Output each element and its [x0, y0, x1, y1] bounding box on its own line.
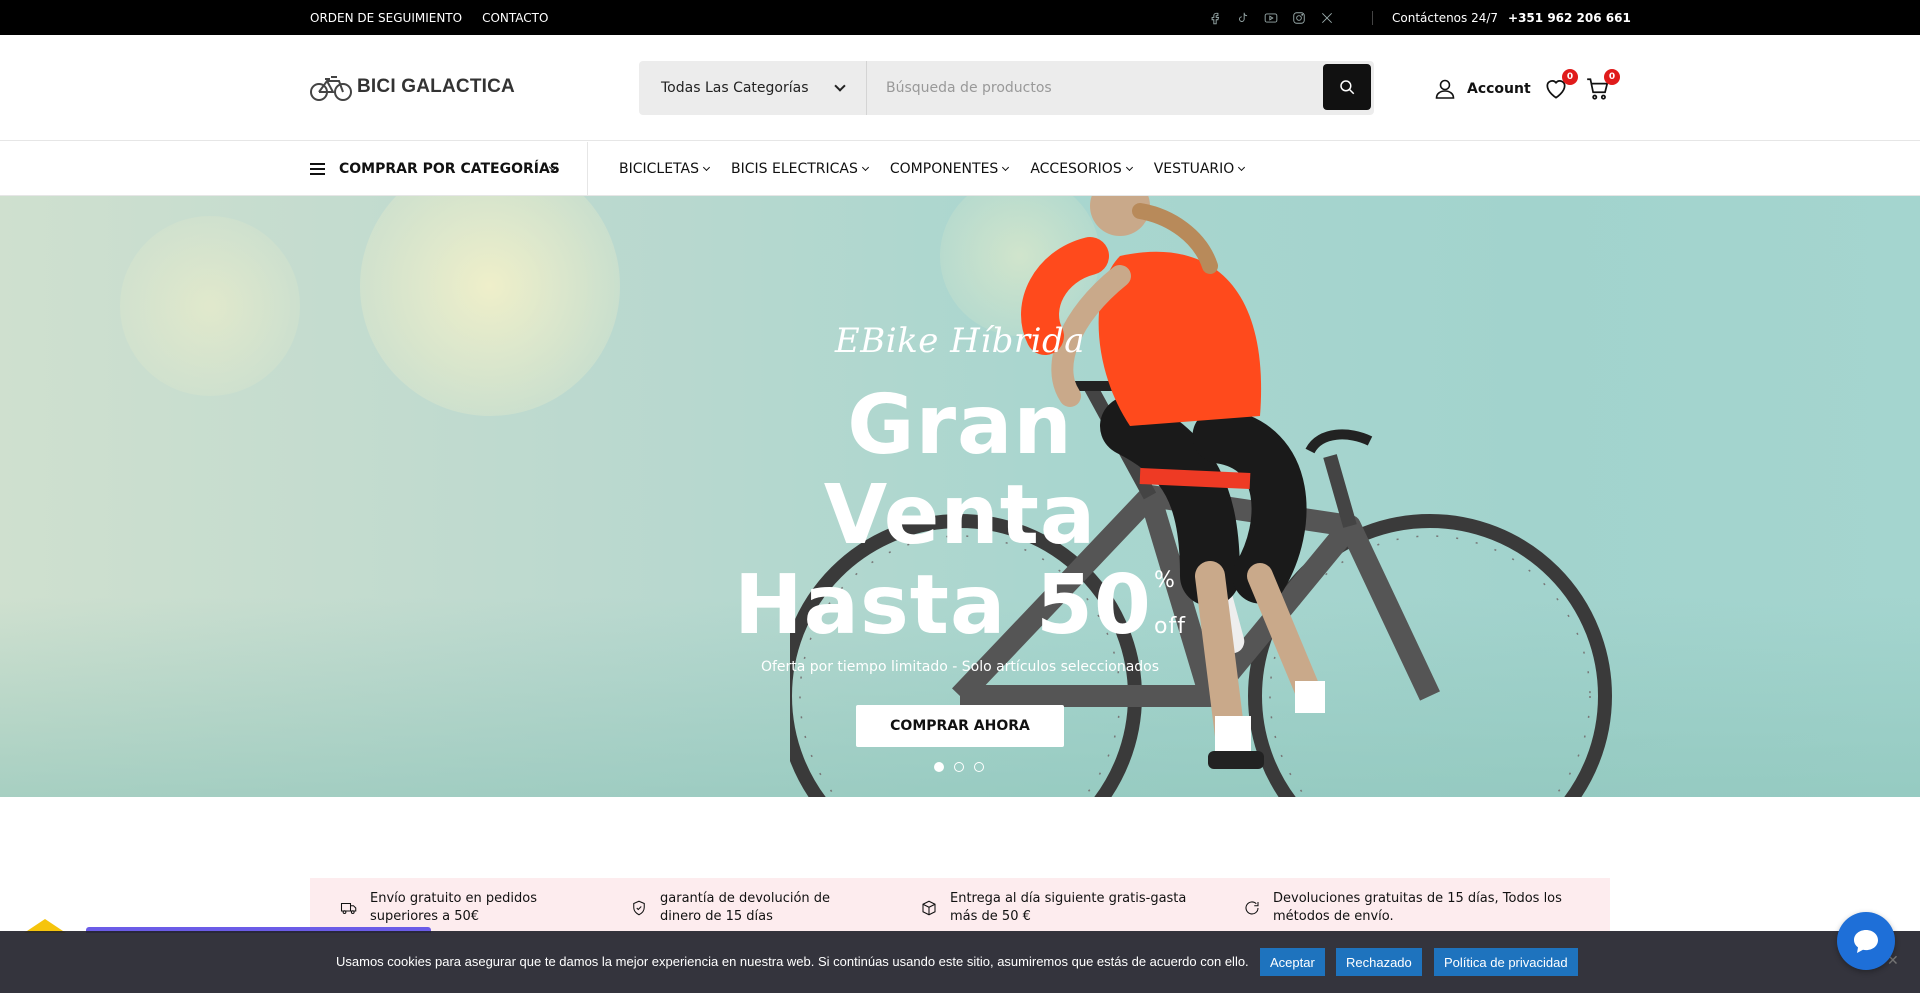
bicycle-logo-icon — [310, 76, 352, 101]
cart-button[interactable]: 0 — [1585, 69, 1620, 106]
hamburger-icon — [310, 163, 325, 175]
instagram-icon[interactable] — [1292, 11, 1306, 25]
slide-dot-2[interactable] — [954, 762, 964, 772]
truck-icon — [340, 902, 357, 914]
account-label: Account — [1467, 81, 1531, 97]
shop-by-categories-label: COMPRAR POR CATEGORÍAS — [339, 161, 560, 177]
cookie-banner: Usamos cookies para asegurar que te damo… — [0, 931, 1920, 993]
wishlist-button[interactable]: 0 — [1543, 69, 1578, 106]
search-icon — [1340, 80, 1355, 95]
nav-item-bicicletas[interactable]: BICICLETAS — [619, 161, 711, 177]
chevron-down-icon — [861, 163, 869, 172]
feature-money-back: garantía de devolución de dinero de 15 d… — [630, 890, 920, 926]
nav-item-componentes[interactable]: COMPONENTES — [889, 161, 1010, 177]
feature-text: Envío gratuito en pedidos superiores a 5… — [370, 891, 538, 924]
tiktok-icon[interactable] — [1236, 11, 1250, 25]
cookie-reject-button[interactable]: Rechazado — [1336, 948, 1422, 976]
chat-button[interactable] — [1837, 912, 1895, 970]
feature-text: Entrega al día siguiente gratis-gasta má… — [950, 891, 1187, 924]
nav-item-label: ACCESORIOS — [1030, 161, 1122, 177]
chat-bubble-icon — [1854, 930, 1878, 953]
feature-text: garantía de devolución de dinero de 15 d… — [660, 891, 831, 924]
shop-now-button[interactable]: COMPRAR AHORA — [856, 705, 1064, 747]
contact-info: Contáctenos 24/7 +351 962 206 661 — [1392, 0, 1631, 35]
category-select[interactable]: Todas Las Categorías — [639, 61, 867, 115]
chevron-down-icon — [1002, 163, 1010, 172]
wishlist-count-badge: 0 — [1562, 69, 1578, 85]
contact-link[interactable]: CONTACTO — [482, 11, 548, 25]
off-label: off — [1154, 614, 1186, 639]
header: BICI GALACTICA Todas Las Categorías Acco… — [0, 35, 1920, 141]
chevron-down-icon — [702, 163, 711, 172]
hero-script-title: EBike Híbrida — [834, 321, 1086, 361]
nav-item-label: COMPONENTES — [889, 161, 999, 177]
hero-subtitle: Oferta por tiempo limitado - Solo artícu… — [760, 659, 1160, 675]
feature-text: Devoluciones gratuitas de 15 días, Todos… — [1273, 891, 1562, 924]
nav-item-accesorios[interactable]: ACCESORIOS — [1030, 161, 1133, 177]
hero-headline-line2-text: Hasta 50 — [734, 558, 1152, 653]
light-bokeh — [120, 216, 300, 396]
hero-banner: EBike Híbrida Gran Venta Hasta 50 % off … — [0, 196, 1920, 797]
top-divider — [1372, 11, 1373, 25]
top-links: ORDEN DE SEGUIMIENTO CONTACTO — [310, 0, 548, 35]
cart-count-badge: 0 — [1604, 69, 1620, 85]
top-bar: ORDEN DE SEGUIMIENTO CONTACTO Contácteno… — [0, 0, 1920, 35]
refresh-icon — [1245, 901, 1259, 915]
nav-item-vestuario[interactable]: VESTUARIO — [1153, 161, 1246, 177]
x-icon[interactable] — [1320, 11, 1334, 25]
nav-item-bicis-electricas[interactable]: BICIS ELECTRICAS — [731, 161, 869, 177]
logo-text: BICI GALACTICA — [357, 76, 515, 97]
light-bokeh — [360, 196, 620, 416]
account-link[interactable]: Account — [1433, 77, 1531, 101]
search-input[interactable] — [867, 61, 1374, 115]
nav-item-label: BICICLETAS — [619, 161, 699, 177]
youtube-icon[interactable] — [1264, 11, 1278, 25]
features-strip: Envío gratuito en pedidos superiores a 5… — [310, 878, 1610, 938]
hero-headline-line2: Hasta 50 % off — [734, 561, 1186, 651]
search-bar: Todas Las Categorías — [639, 61, 1374, 115]
shop-by-categories-button[interactable]: COMPRAR POR CATEGORÍAS — [310, 142, 588, 196]
phone-number[interactable]: +351 962 206 661 — [1508, 11, 1631, 25]
feature-free-shipping: Envío gratuito en pedidos superiores a 5… — [340, 890, 630, 926]
category-select-value: Todas Las Categorías — [661, 80, 809, 96]
shield-check-icon — [633, 900, 645, 916]
menu-items: BICICLETAS BICIS ELECTRICAS COMPONENTES … — [619, 142, 1246, 196]
cookie-message: Usamos cookies para asegurar que te damo… — [336, 954, 1249, 969]
privacy-policy-button[interactable]: Política de privacidad — [1434, 948, 1578, 976]
percent-sign: % — [1154, 568, 1176, 593]
chevron-down-icon — [1125, 163, 1133, 172]
cookie-accept-button[interactable]: Aceptar — [1260, 948, 1325, 976]
chevron-down-icon — [834, 80, 846, 92]
hero-text: EBike Híbrida Gran Venta Hasta 50 % off … — [700, 321, 1220, 747]
chevron-down-icon — [1238, 163, 1246, 172]
nav-item-label: VESTUARIO — [1153, 161, 1235, 177]
slider-dots — [934, 762, 984, 772]
feature-free-returns: Devoluciones gratuitas de 15 días, Todos… — [1243, 890, 1573, 926]
order-tracking-link[interactable]: ORDEN DE SEGUIMIENTO — [310, 11, 462, 25]
social-links — [1208, 0, 1334, 35]
facebook-icon[interactable] — [1208, 11, 1222, 25]
logo[interactable]: BICI GALACTICA — [309, 71, 515, 103]
box-icon — [922, 900, 936, 916]
feature-next-day: Entrega al día siguiente gratis-gasta má… — [920, 890, 1243, 926]
slide-dot-1[interactable] — [934, 762, 944, 772]
hero-headline-line1: Gran Venta — [823, 378, 1097, 563]
nav-item-label: BICIS ELECTRICAS — [731, 161, 858, 177]
main-nav: COMPRAR POR CATEGORÍAS BICICLETAS BICIS … — [0, 142, 1920, 196]
slide-dot-3[interactable] — [974, 762, 984, 772]
search-button[interactable] — [1323, 64, 1371, 110]
contact-label: Contáctenos 24/7 — [1392, 10, 1499, 25]
user-icon — [1435, 79, 1455, 99]
percent-off: % off — [1154, 569, 1186, 639]
